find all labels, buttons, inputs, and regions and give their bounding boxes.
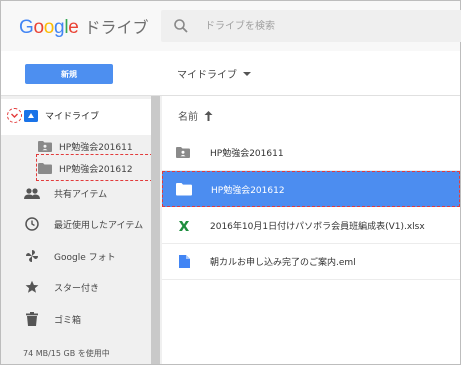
new-button[interactable]: 新規 — [25, 64, 113, 84]
trash-icon — [26, 312, 38, 326]
search-box[interactable] — [161, 10, 461, 42]
sidebar-item-label: 最近使用したアイテム — [54, 220, 144, 231]
product-name: ドライブ — [84, 18, 149, 37]
file-name: 2016年10月1日付けパソボラ会員班編成表(V1).xlsx — [210, 222, 425, 232]
breadcrumb-my-drive[interactable]: マイドライブ — [177, 66, 237, 81]
shared-folder-icon — [176, 147, 190, 158]
search-input[interactable] — [205, 16, 445, 36]
sidebar-item-label: ゴミ箱 — [54, 315, 82, 326]
spreadsheet-icon — [179, 220, 189, 231]
chevron-down-icon[interactable] — [243, 71, 251, 76]
sidebar-item-label: Google フォト — [54, 252, 116, 263]
people-icon — [24, 187, 40, 199]
table-row[interactable]: 朝カルお申し込み完了のご案内.eml — [162, 244, 460, 280]
tree-item-hp201611[interactable]: HP勉強会201611 — [38, 140, 133, 153]
my-drive-icon — [24, 109, 38, 122]
folder-icon — [176, 183, 192, 196]
toolbar: 新規 マイドライブ — [1, 51, 460, 96]
google-drive-logo[interactable]: Google ドライブ — [19, 14, 149, 38]
pinwheel-icon — [26, 250, 38, 262]
sidebar: マイドライブ HP勉強会201611 HP勉強会201612 共有アイテム 最近… — [1, 96, 162, 364]
column-header-label: 名前 — [178, 112, 198, 123]
sidebar-scrollbar[interactable] — [151, 96, 160, 364]
app-header: Google ドライブ — [1, 1, 461, 51]
sort-arrow-up-icon[interactable] — [204, 110, 213, 121]
clock-icon — [25, 217, 39, 231]
sidebar-item-photos[interactable]: Google フォト — [25, 249, 116, 263]
tree-item-label: HP勉強会201612 — [59, 165, 133, 175]
sidebar-item-label: 共有アイテム — [54, 190, 108, 200]
file-name: HP勉強会201611 — [210, 149, 284, 159]
sidebar-item-label: スター付き — [54, 283, 100, 294]
column-header-name[interactable]: 名前 — [178, 108, 213, 123]
sidebar-item-trash[interactable]: ゴミ箱 — [26, 312, 81, 326]
tree-item-label: HP勉強会201611 — [59, 143, 133, 153]
file-list: 名前 HP勉強会201611 HP勉強会201612 2016年10月1日付けパ… — [162, 96, 460, 364]
file-name: 朝カルお申し込み完了のご案内.eml — [210, 258, 356, 268]
file-name: HP勉強会201612 — [211, 185, 285, 196]
folder-icon — [38, 163, 52, 174]
sidebar-item-recent[interactable]: 最近使用したアイテム — [25, 217, 143, 231]
document-icon — [179, 255, 190, 268]
expand-toggle-highlight[interactable] — [7, 108, 22, 123]
search-icon[interactable] — [173, 18, 189, 34]
table-row[interactable]: 2016年10月1日付けパソボラ会員班編成表(V1).xlsx — [162, 208, 460, 244]
star-icon — [25, 280, 39, 293]
breadcrumb[interactable]: マイドライブ — [177, 66, 251, 81]
tree-item-hp201612[interactable]: HP勉強会201612 — [38, 162, 133, 175]
table-row[interactable]: HP勉強会201611 — [162, 135, 460, 171]
google-wordmark: Google — [19, 17, 79, 38]
expand-arrow-icon[interactable] — [8, 109, 21, 122]
shared-folder-icon — [38, 141, 52, 152]
sidebar-item-starred[interactable]: スター付き — [25, 280, 99, 294]
storage-usage[interactable]: 74 MB/15 GB を使用中 — [23, 348, 110, 359]
table-row-selected[interactable]: HP勉強会201612 — [162, 171, 460, 207]
sidebar-item-label[interactable]: マイドライブ — [45, 109, 99, 122]
sidebar-item-shared[interactable]: 共有アイテム — [24, 187, 107, 200]
